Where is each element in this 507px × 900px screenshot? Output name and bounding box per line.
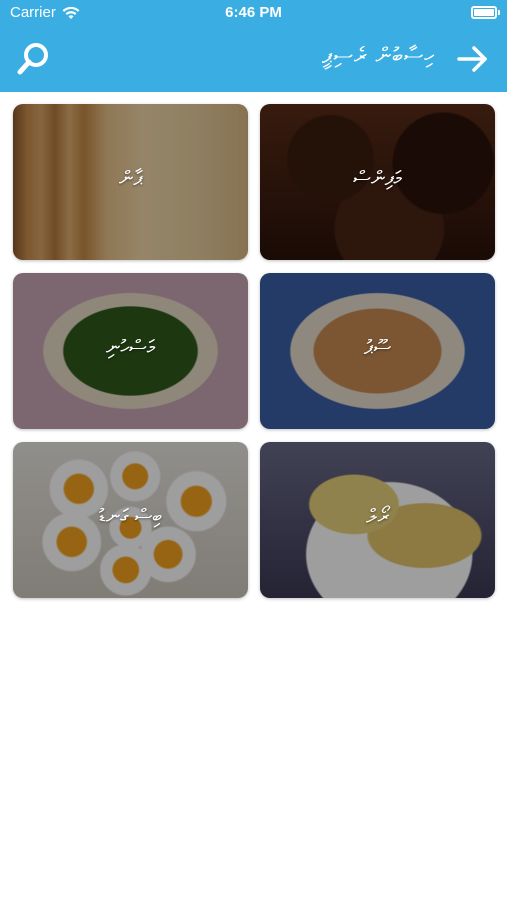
recipe-card-soup[interactable]: ސޫޕު	[260, 273, 495, 429]
recipe-card-eggs[interactable]: ބިސް ގަނޑު	[13, 442, 248, 598]
recipe-card-bread[interactable]: ޕާން	[13, 104, 248, 260]
status-bar: Carrier 6:46 PM	[0, 0, 507, 26]
recipe-card-roll[interactable]: ރޯލް	[260, 442, 495, 598]
recipe-label: ރޯލް	[366, 504, 389, 528]
battery-fill	[474, 9, 494, 16]
recipe-label: ޕާން	[118, 166, 143, 190]
nav-bar: ހިސާބުން ރެސިޕީ	[0, 26, 507, 92]
status-time: 6:46 PM	[225, 4, 282, 21]
back-button[interactable]	[453, 39, 493, 79]
battery-icon	[471, 6, 500, 19]
recipe-card-muffins[interactable]: މަފިންސް	[260, 104, 495, 260]
recipe-card-mashuni[interactable]: މަސްހުނި	[13, 273, 248, 429]
recipe-label: ބިސް ގަނޑު	[98, 504, 163, 528]
recipe-label: މަފިންސް	[353, 166, 402, 190]
search-icon	[17, 43, 48, 75]
search-button[interactable]	[14, 39, 54, 79]
recipe-label: ސޫޕު	[363, 335, 392, 359]
page-title: ހިސާބުން ރެސިޕީ	[321, 44, 435, 69]
recipe-label: މަސްހުނި	[105, 335, 156, 359]
arrow-right-icon	[457, 46, 487, 72]
